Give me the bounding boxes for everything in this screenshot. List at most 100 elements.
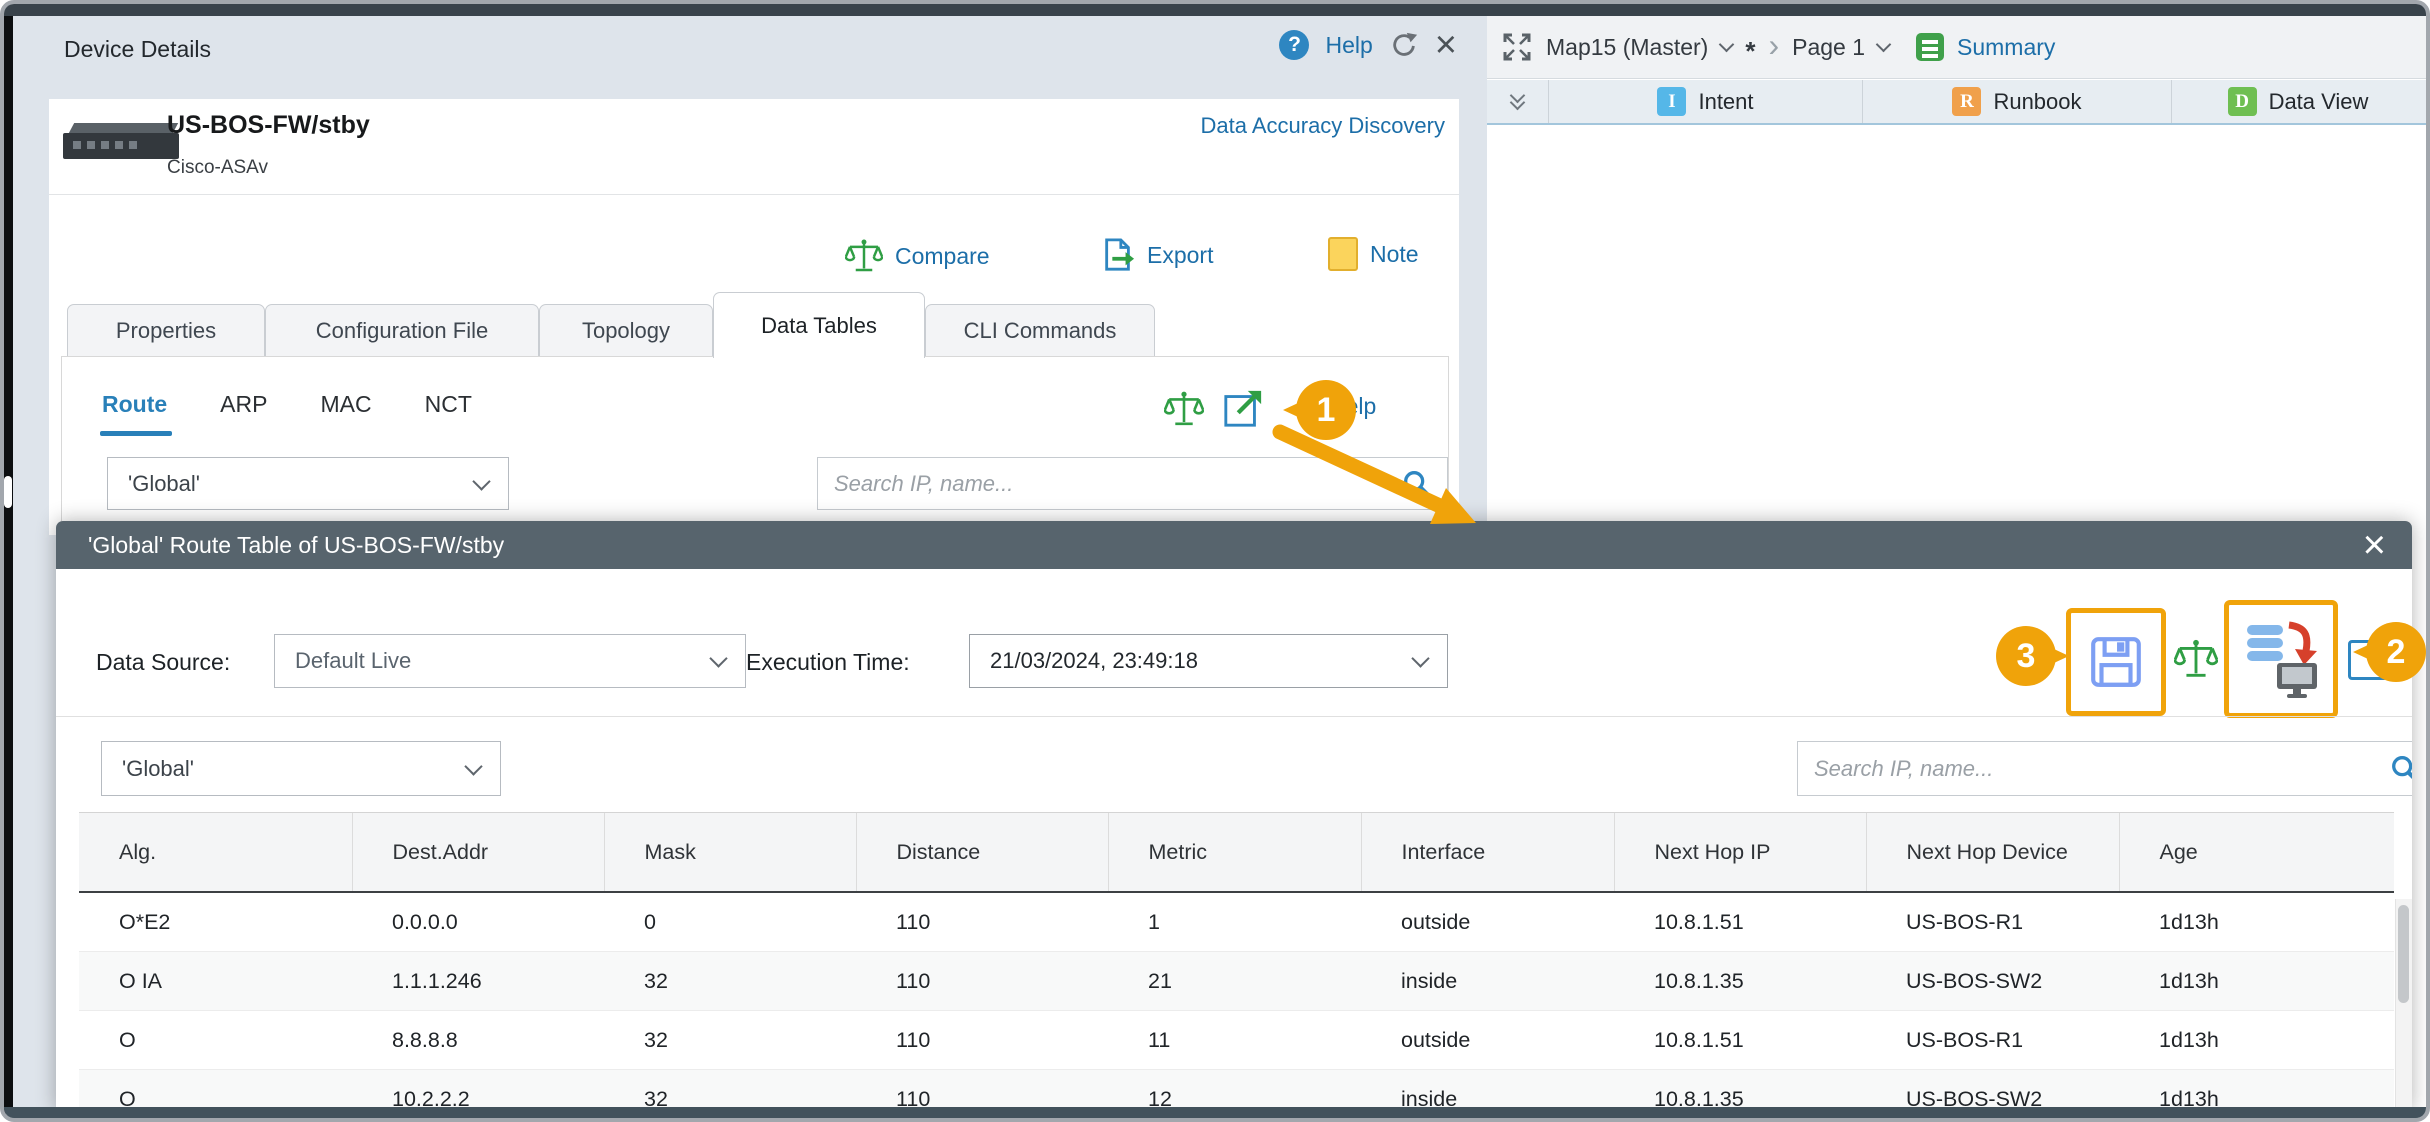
table-cell: 1.1.1.246 (352, 952, 604, 1011)
map-chevron-icon[interactable] (1719, 37, 1735, 53)
tab-data-view[interactable]: D Data View (2172, 80, 2424, 123)
table-cell: 1 (1108, 892, 1361, 952)
column-header[interactable]: Alg. (79, 813, 352, 893)
intent-label: Intent (1698, 89, 1753, 115)
column-header[interactable]: Dest.Addr (352, 813, 604, 893)
modal-scope-value: 'Global' (122, 756, 194, 782)
scrollbar-thumb[interactable] (2398, 905, 2409, 1003)
step2-callout: 2 (2366, 622, 2426, 682)
tab-properties[interactable]: Properties (67, 304, 265, 358)
modal-titlebar: 'Global' Route Table of US-BOS-FW/stby × (56, 521, 2412, 569)
table-cell: outside (1361, 892, 1614, 952)
tab-runbook[interactable]: R Runbook (1863, 80, 2172, 123)
column-header[interactable]: Next Hop Device (1866, 813, 2119, 893)
table-row[interactable]: O IA1.1.1.2463211021inside10.8.1.35US-BO… (79, 952, 2394, 1011)
step3-callout: 3 (1996, 626, 2056, 686)
table-row[interactable]: O*E20.0.0.001101outside10.8.1.51US-BOS-R… (79, 892, 2394, 952)
table-cell: 1d13h (2119, 1011, 2394, 1070)
column-header[interactable]: Distance (856, 813, 1108, 893)
close-icon[interactable]: × (1435, 31, 1457, 59)
column-header[interactable]: Metric (1108, 813, 1361, 893)
window-top-edge (4, 4, 2426, 16)
open-popup-icon[interactable] (1222, 387, 1264, 429)
runbook-icon: R (1952, 87, 1981, 116)
compare-scale-icon (845, 237, 883, 275)
table-cell: 11 (1108, 1011, 1361, 1070)
table-cell: inside (1361, 952, 1614, 1011)
table-cell: 110 (856, 952, 1108, 1011)
tab-cli-commands[interactable]: CLI Commands (925, 304, 1155, 358)
table-row[interactable]: O10.2.2.23211012inside10.8.1.35US-BOS-SW… (79, 1070, 2394, 1112)
note-button[interactable]: Note (1328, 237, 1419, 271)
modal-close-icon[interactable]: × (2363, 523, 2386, 568)
subtab-route[interactable]: Route (102, 391, 167, 418)
table-cell: 10.8.1.35 (1614, 1070, 1866, 1112)
table-cell: 0 (604, 892, 856, 952)
help-question-icon[interactable]: ? (1279, 30, 1309, 60)
search-icon[interactable] (2389, 753, 2412, 785)
subtab-nct[interactable]: NCT (425, 391, 472, 418)
table-cell: 8.8.8.8 (352, 1011, 604, 1070)
compare-table-icon[interactable] (1164, 389, 1204, 429)
scope-select[interactable]: 'Global' (107, 457, 509, 510)
table-cell: 1d13h (2119, 952, 2394, 1011)
export-button[interactable]: Export (1101, 237, 1213, 273)
breadcrumb-separator: › (1768, 27, 1779, 64)
save-icon[interactable] (2087, 633, 2145, 691)
route-table: Alg.Dest.AddrMaskDistanceMetricInterface… (79, 812, 2394, 1111)
subtab-mac[interactable]: MAC (320, 391, 371, 418)
help-link[interactable]: Help (1325, 32, 1372, 59)
table-scrollbar[interactable] (2395, 899, 2412, 1111)
table-cell: 1d13h (2119, 1070, 2394, 1112)
compare-results-icon[interactable] (2174, 637, 2218, 681)
column-header[interactable]: Age (2119, 813, 2394, 893)
panel-resize-handle[interactable] (4, 476, 12, 508)
execution-time-label: Execution Time: (746, 649, 910, 676)
intent-icon: I (1657, 87, 1686, 116)
table-cell: US-BOS-SW2 (1866, 1070, 2119, 1112)
column-header[interactable]: Next Hop IP (1614, 813, 1866, 893)
route-search-input[interactable] (832, 470, 1391, 498)
retrieve-live-data-icon[interactable] (2243, 619, 2319, 699)
page-name[interactable]: Page 1 (1792, 34, 1865, 61)
chevron-down-icon (472, 472, 490, 490)
subtab-arp[interactable]: ARP (220, 391, 267, 418)
table-cell: 10.8.1.51 (1614, 892, 1866, 952)
expand-map-icon[interactable] (1501, 31, 1533, 63)
summary-icon[interactable] (1916, 33, 1944, 61)
tab-intent[interactable]: I Intent (1549, 80, 1863, 123)
table-cell: 110 (856, 1070, 1108, 1112)
export-icon (1101, 237, 1135, 273)
table-cell: 0.0.0.0 (352, 892, 604, 952)
window-bottom-edge (4, 1107, 2426, 1118)
table-cell: 12 (1108, 1070, 1361, 1112)
table-cell: 10.8.1.35 (1614, 952, 1866, 1011)
route-table-header-row: Alg.Dest.AddrMaskDistanceMetricInterface… (79, 813, 2394, 893)
table-cell: 110 (856, 1011, 1108, 1070)
step1-callout: 1 (1296, 380, 1356, 440)
chevron-down-icon (1411, 649, 1429, 667)
compare-button[interactable]: Compare (845, 237, 990, 275)
table-cell: 21 (1108, 952, 1361, 1011)
column-header[interactable]: Interface (1361, 813, 1614, 893)
summary-link[interactable]: Summary (1957, 34, 2055, 61)
map-name[interactable]: Map15 (Master) (1546, 34, 1708, 61)
tab-data-tables[interactable]: Data Tables (713, 292, 925, 358)
refresh-icon[interactable] (1389, 30, 1419, 60)
table-row[interactable]: O8.8.8.83211011outside10.8.1.51US-BOS-R1… (79, 1011, 2394, 1070)
search-icon[interactable] (1401, 468, 1433, 500)
data-accuracy-discovery-link[interactable]: Data Accuracy Discovery (1200, 113, 1445, 139)
retrieve-highlight-box (2224, 600, 2338, 718)
data-source-select[interactable]: Default Live (274, 634, 746, 688)
collapse-tabs-button[interactable] (1487, 80, 1549, 123)
execution-time-value: 21/03/2024, 23:49:18 (990, 648, 1198, 674)
tab-configuration-file[interactable]: Configuration File (265, 304, 539, 358)
tab-topology[interactable]: Topology (539, 304, 713, 358)
modal-scope-select[interactable]: 'Global' (101, 741, 501, 796)
scope-select-value: 'Global' (128, 471, 200, 497)
column-header[interactable]: Mask (604, 813, 856, 893)
page-chevron-icon[interactable] (1876, 37, 1892, 53)
device-image (63, 121, 179, 167)
execution-time-select[interactable]: 21/03/2024, 23:49:18 (969, 634, 1448, 688)
modal-search-input[interactable] (1812, 755, 2379, 783)
